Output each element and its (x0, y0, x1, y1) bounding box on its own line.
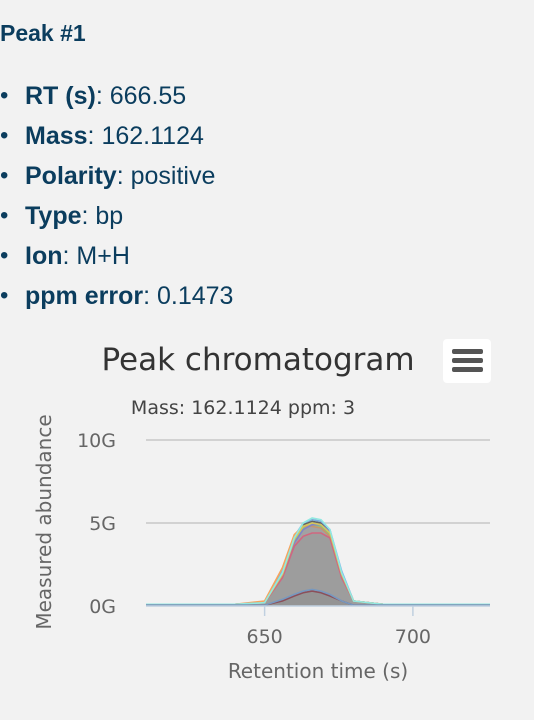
chart-menu-button[interactable] (443, 339, 491, 383)
gridlines (146, 439, 490, 524)
x-tick-label: 650 (246, 626, 282, 648)
y-axis-title: Measured abundance (32, 414, 56, 629)
x-axis-ticks: 650 700 (246, 606, 431, 648)
x-axis-title: Retention time (s) (228, 659, 408, 683)
y-tick-label: 0G (89, 596, 116, 618)
chart-title: Peak chromatogram (101, 342, 414, 378)
y-tick-label: 10G (77, 430, 116, 452)
y-tick-label: 5G (89, 513, 116, 535)
series-layer (146, 517, 490, 606)
y-axis-tick-labels: 0G 5G 10G (77, 430, 116, 618)
chart-subtitle: Mass: 162.1124 ppm: 3 (131, 397, 355, 419)
x-tick-label: 700 (395, 626, 431, 648)
